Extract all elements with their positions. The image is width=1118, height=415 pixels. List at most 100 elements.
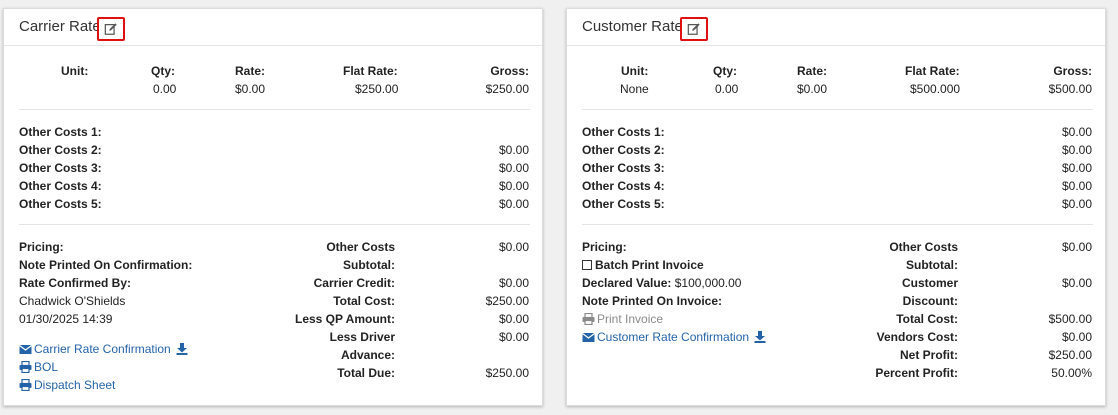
print-invoice-label: Print Invoice [597, 312, 664, 326]
carrier-summary-label: Other Costs [326, 240, 395, 254]
print-icon [19, 379, 32, 391]
customer-summary-label: Percent Profit: [875, 366, 958, 380]
customer-summary-value: 50.00% [1051, 366, 1092, 380]
carrier-bol-link[interactable]: BOL [19, 360, 58, 374]
customer-unit-header: Unit: [621, 64, 649, 78]
carrier-other-cost-value: $0.00 [498, 179, 529, 193]
customer-rate-edit-button[interactable] [680, 17, 708, 41]
customer-qty-value: 0.00 [715, 82, 739, 96]
carrier-other-cost-label: Other Costs 4: [19, 179, 102, 193]
customer-rate-confirmation-label: Customer Rate Confirmation [597, 330, 750, 344]
carrier-other-cost-value: $0.00 [498, 197, 529, 211]
divider [582, 224, 1093, 225]
carrier-rate-header-label: Rate: [235, 64, 266, 78]
print-icon [19, 361, 32, 373]
carrier-summary-value: $0.00 [498, 276, 529, 290]
carrier-dispatch-sheet-link[interactable]: Dispatch Sheet [19, 378, 115, 392]
customer-other-cost-label: Other Costs 5: [582, 197, 665, 211]
carrier-rate-header: Carrier Rate [4, 9, 542, 46]
carrier-other-cost-label: Other Costs 3: [19, 161, 102, 175]
customer-summary-label: Subtotal: [906, 258, 958, 272]
carrier-flat-header: Flat Rate: [343, 64, 398, 78]
declared-value-row: Declared Value: $100,000.00 [582, 276, 741, 290]
carrier-summary-label: Carrier Credit: [313, 276, 395, 290]
edit-icon [687, 23, 700, 35]
customer-other-cost-label: Other Costs 4: [582, 179, 665, 193]
carrier-summary-value: $0.00 [498, 312, 529, 326]
carrier-summary-value: $250.00 [485, 366, 529, 380]
customer-summary-value: $0.00 [1061, 240, 1092, 254]
customer-summary-label: Total Cost: [896, 312, 958, 326]
print-icon [582, 313, 595, 325]
customer-other-cost-value: $0.00 [1061, 125, 1092, 139]
customer-note-label: Note Printed On Invoice: [582, 294, 723, 308]
carrier-summary-value: $0.00 [498, 240, 529, 254]
customer-other-cost-value: $0.00 [1061, 161, 1092, 175]
carrier-summary-label: Less Driver [329, 330, 395, 344]
customer-summary-value: $250.00 [1048, 348, 1092, 362]
customer-other-cost-value: $0.00 [1061, 179, 1092, 193]
customer-rate-header-label: Rate: [797, 64, 828, 78]
customer-flat-header: Flat Rate: [905, 64, 960, 78]
carrier-summary-value: $250.00 [485, 294, 529, 308]
carrier-bol-label: BOL [34, 360, 59, 374]
customer-qty-header: Qty: [713, 64, 737, 78]
carrier-summary-label: Less QP Amount: [294, 312, 395, 326]
carrier-other-cost-value: $0.00 [498, 161, 529, 175]
carrier-other-cost-value: $0.00 [498, 143, 529, 157]
carrier-rate-edit-button[interactable] [97, 17, 125, 41]
customer-summary-value: $0.00 [1061, 330, 1092, 344]
download-icon[interactable] [176, 343, 188, 355]
carrier-rate-panel: Carrier Rate Unit: Qty: Rate: Flat Rate:… [3, 8, 543, 406]
carrier-summary-label: Total Due: [337, 366, 395, 380]
carrier-rate-title: Carrier Rate [19, 18, 101, 35]
divider [582, 109, 1093, 110]
batch-print-invoice-checkbox[interactable]: Batch Print Invoice [582, 258, 704, 272]
customer-summary-label: Net Profit: [900, 348, 958, 362]
customer-rate-title: Customer Rate [582, 18, 683, 35]
carrier-flat-value: $250.00 [355, 82, 399, 96]
carrier-qty-header: Qty: [151, 64, 175, 78]
carrier-confirmed-by-label: Rate Confirmed By: [19, 276, 132, 290]
envelope-icon [582, 333, 595, 342]
divider [19, 224, 530, 225]
carrier-unit-header: Unit: [61, 64, 89, 78]
carrier-summary-label: Total Cost: [333, 294, 395, 308]
carrier-rate-confirmation-link[interactable]: Carrier Rate Confirmation [19, 342, 190, 356]
download-icon[interactable] [754, 331, 766, 343]
customer-rate-panel: Customer Rate Unit: Qty: Rate: Flat Rate… [566, 8, 1106, 406]
carrier-gross-value: $250.00 [485, 82, 529, 96]
customer-rate-confirmation-link[interactable]: Customer Rate Confirmation [582, 330, 768, 344]
customer-unit-value: None [620, 82, 649, 96]
envelope-icon [19, 345, 32, 354]
customer-summary-label: Vendors Cost: [876, 330, 958, 344]
customer-pricing-label: Pricing: [582, 240, 627, 254]
carrier-confirmed-date: 01/30/2025 14:39 [19, 312, 113, 326]
carrier-note-label: Note Printed On Confirmation: [19, 258, 193, 272]
carrier-confirmed-by-name: Chadwick O'Shields [19, 294, 126, 308]
carrier-other-cost-label: Other Costs 2: [19, 143, 102, 157]
divider [19, 109, 530, 110]
customer-rate-header: Customer Rate [567, 9, 1105, 46]
customer-summary-label: Other Costs [889, 240, 958, 254]
carrier-other-cost-label: Other Costs 5: [19, 197, 102, 211]
customer-gross-value: $500.00 [1048, 82, 1092, 96]
customer-summary-value: $500.00 [1048, 312, 1092, 326]
customer-flat-value: $500.000 [910, 82, 961, 96]
customer-summary-label: Customer [901, 276, 958, 290]
declared-value: $100,000.00 [674, 276, 742, 290]
carrier-rate-value: $0.00 [235, 82, 266, 96]
carrier-pricing-label: Pricing: [19, 240, 64, 254]
checkbox-icon[interactable] [582, 260, 592, 270]
customer-gross-header: Gross: [1053, 64, 1092, 78]
customer-other-cost-label: Other Costs 1: [582, 125, 665, 139]
print-invoice-link[interactable]: Print Invoice [582, 312, 663, 326]
edit-icon [104, 23, 117, 35]
customer-other-cost-value: $0.00 [1061, 197, 1092, 211]
carrier-summary-label: Subtotal: [343, 258, 395, 272]
customer-other-cost-label: Other Costs 3: [582, 161, 665, 175]
customer-rate-value: $0.00 [797, 82, 828, 96]
declared-value-label: Declared Value: [582, 276, 672, 290]
carrier-gross-header: Gross: [490, 64, 529, 78]
batch-print-invoice-label: Batch Print Invoice [595, 258, 704, 272]
